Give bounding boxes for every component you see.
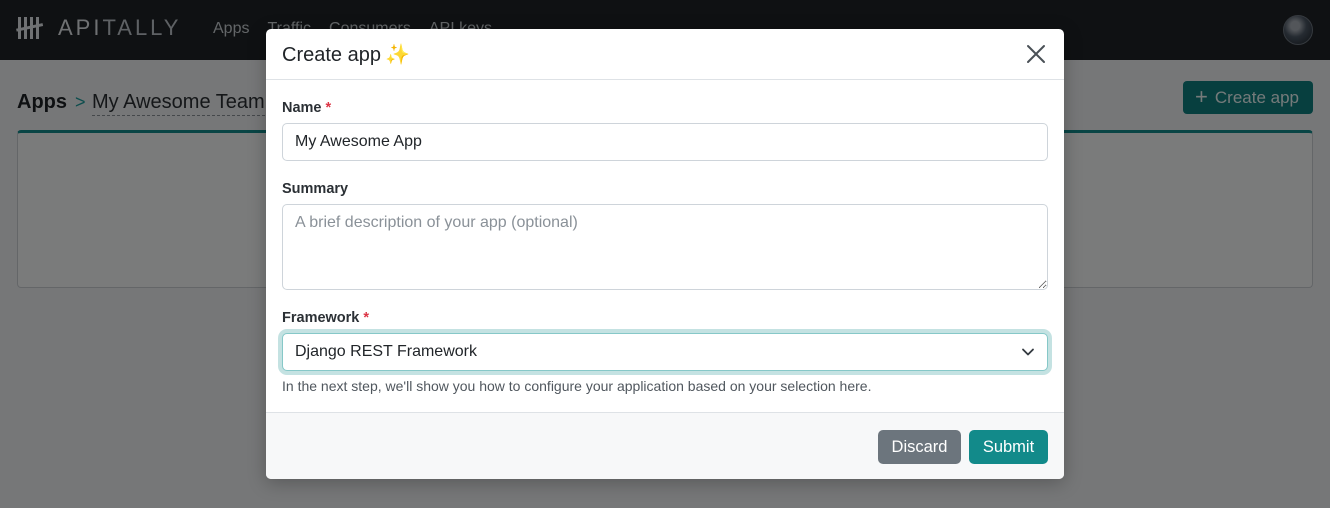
required-marker: *	[325, 100, 332, 116]
close-icon	[1027, 45, 1045, 63]
name-input[interactable]	[282, 123, 1048, 161]
framework-select[interactable]: Django REST Framework	[282, 333, 1048, 371]
summary-label: Summary	[282, 181, 349, 197]
sparkles-icon: ✨	[384, 44, 410, 66]
framework-label: Framework *	[282, 310, 370, 326]
modal-body: Name* Summary Framework* Django REST Fra…	[266, 80, 1064, 412]
discard-button[interactable]: Discard	[878, 430, 961, 464]
chevron-down-icon	[1022, 348, 1034, 356]
name-label: Name *	[282, 100, 332, 116]
submit-button[interactable]: Submit	[969, 430, 1048, 464]
summary-textarea[interactable]	[282, 204, 1048, 290]
close-button[interactable]	[1026, 44, 1046, 64]
framework-help-text: In the next step, we'll show you how to …	[282, 378, 872, 394]
modal-title: Create app ✨	[282, 44, 410, 66]
framework-selected-value: Django REST Framework	[295, 343, 477, 360]
required-marker: *	[363, 310, 370, 326]
modal-footer: Discard Submit	[266, 412, 1064, 479]
create-app-modal: Create app✨ Name* Summary Framework* Dja…	[266, 29, 1064, 479]
modal-header: Create app ✨	[266, 29, 1064, 80]
